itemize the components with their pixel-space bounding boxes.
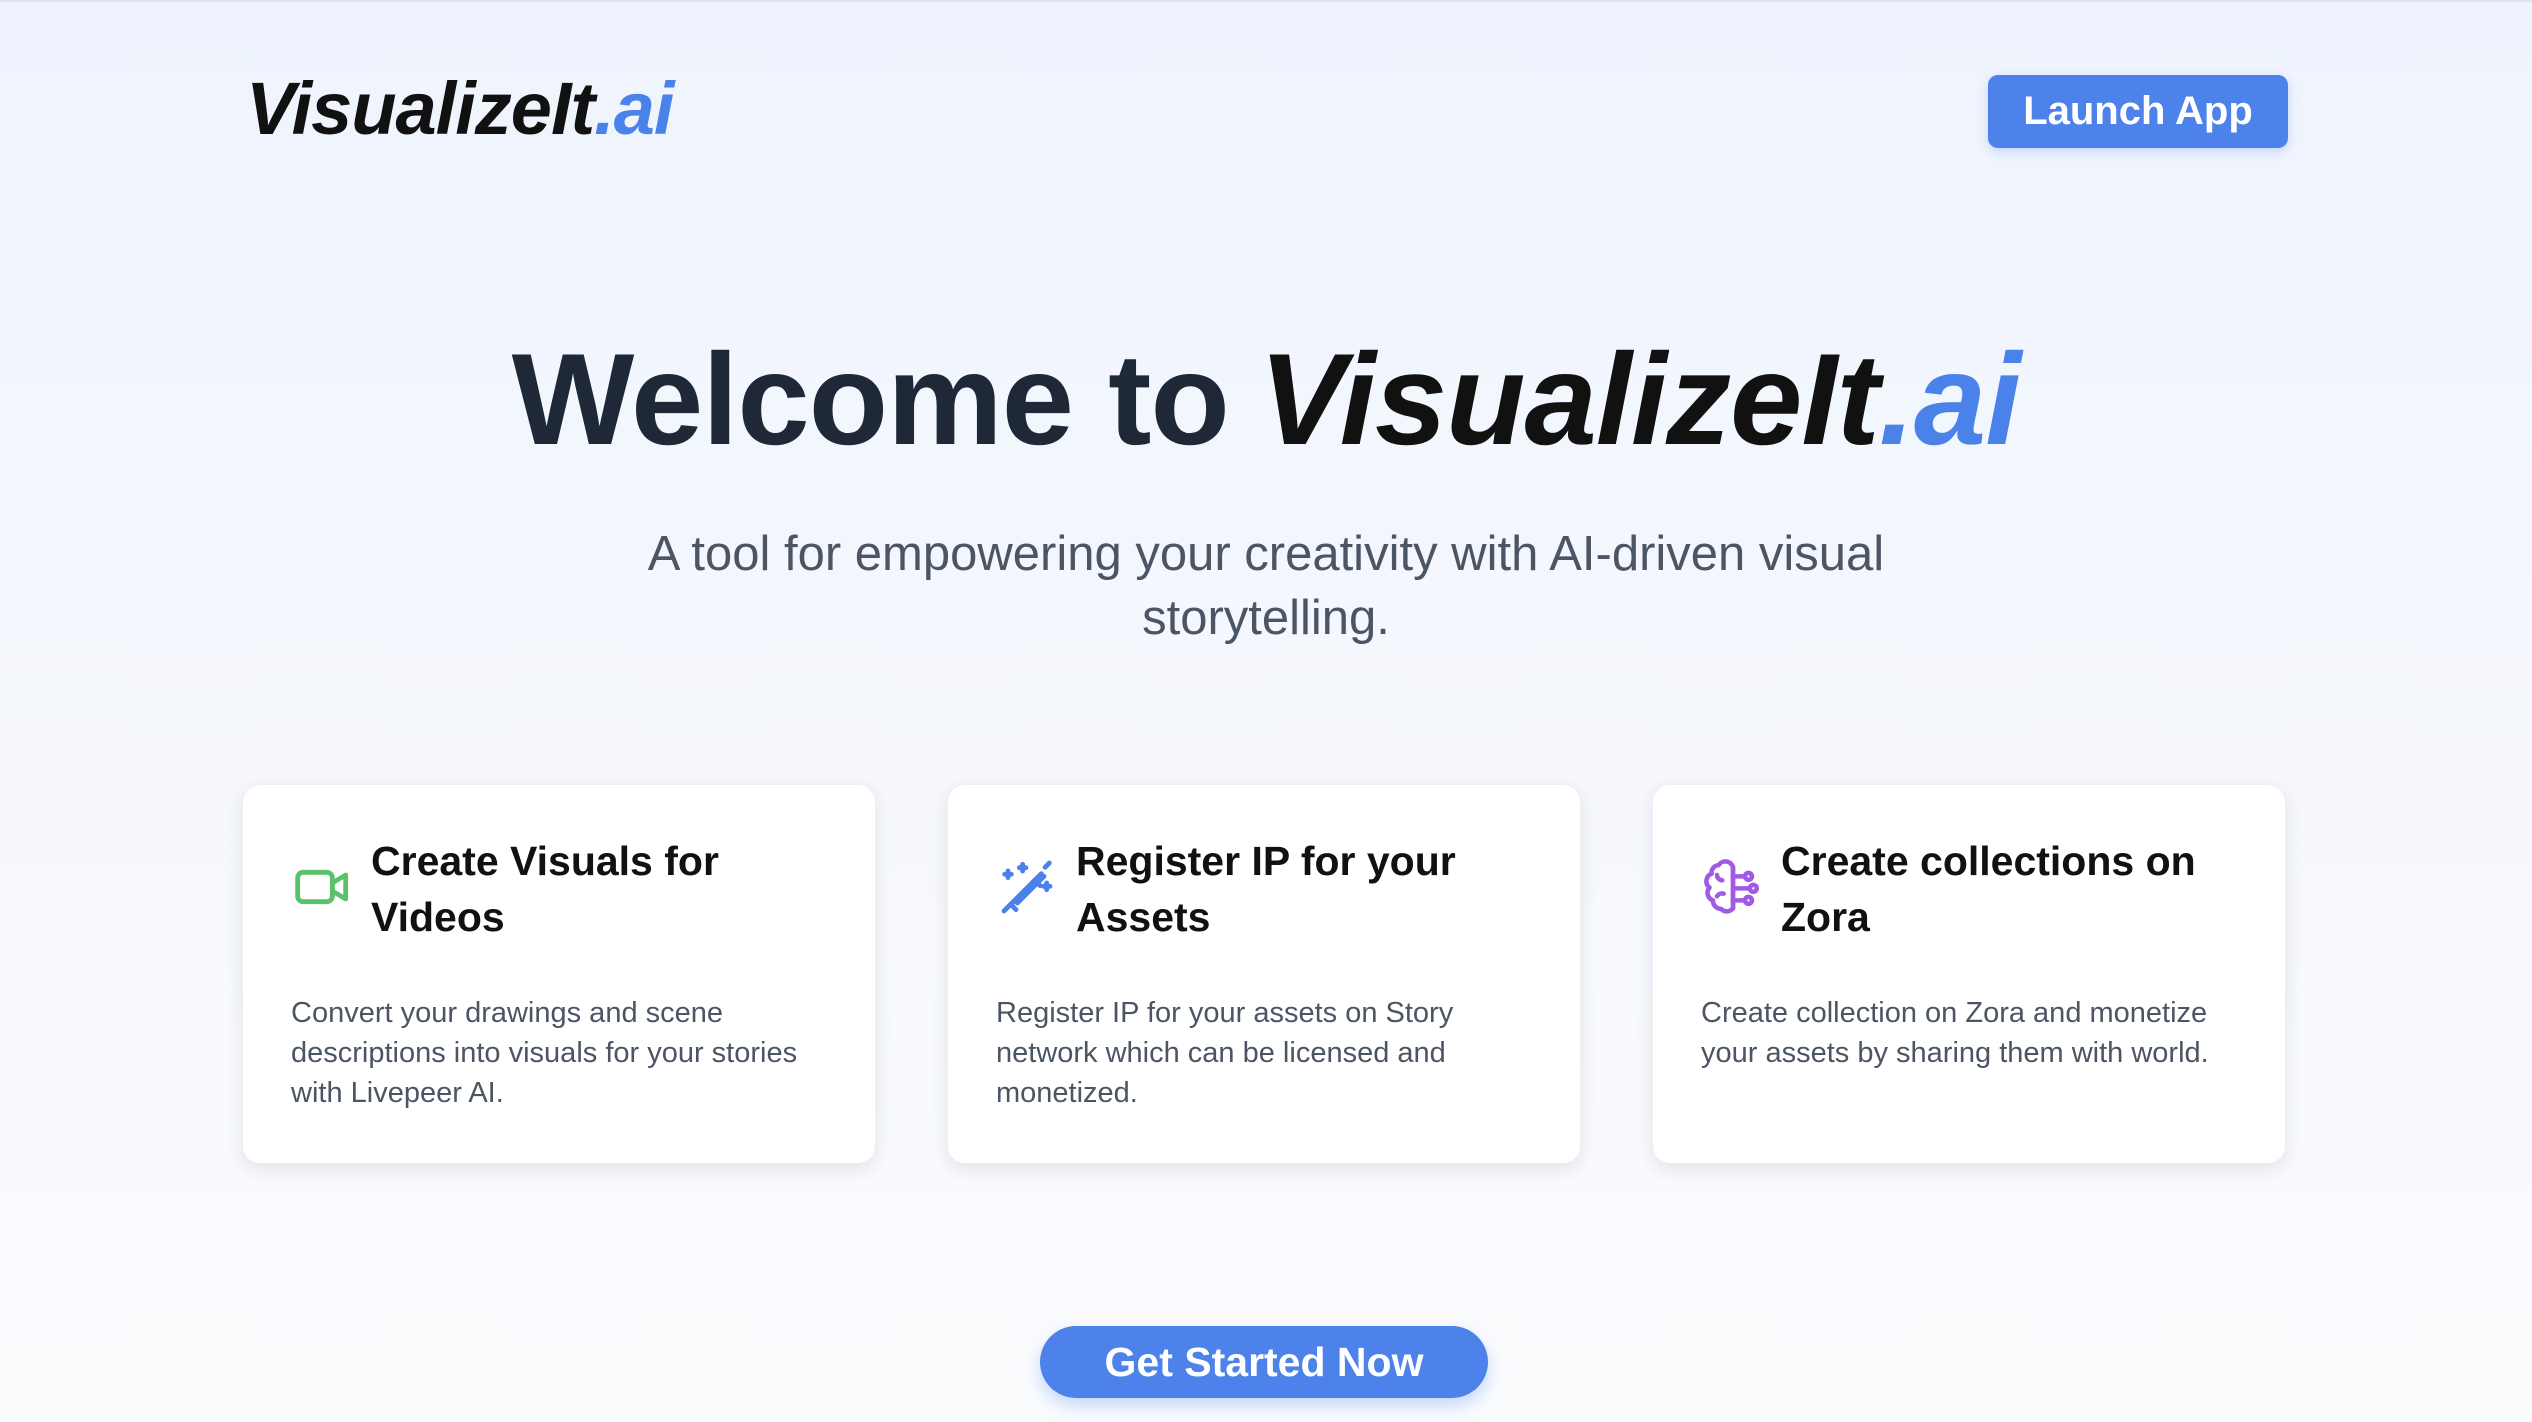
hero-subtitle: A tool for empowering your creativity wi… (647, 527, 1885, 645)
launch-app-button[interactable]: Launch App (1988, 75, 2288, 148)
feature-cards: Create Visuals for Videos Convert your d… (242, 784, 2286, 1164)
hero-brand-accent: .ai (1878, 326, 2022, 472)
hero-brand-main: VisualizeIt (1258, 326, 1880, 472)
magic-wand-icon (996, 855, 1060, 919)
hero-title: Welcome to VisualizeIt.ai (0, 324, 2532, 474)
logo-main-text: VisualizeIt (246, 67, 595, 150)
feature-card-description: Convert your drawings and scene descript… (291, 997, 798, 1109)
logo-accent-text: .ai (594, 67, 674, 150)
feature-card-title: Create Visuals for Videos (371, 838, 719, 940)
feature-card-register-ip: Register IP for your Assets Register IP … (947, 784, 1581, 1164)
video-camera-icon (291, 855, 355, 919)
brain-circuit-icon (1701, 855, 1765, 919)
get-started-button[interactable]: Get Started Now (1040, 1326, 1488, 1398)
feature-card-description: Create collection on Zora and monetize y… (1701, 997, 2209, 1069)
hero-brand: VisualizeIt.ai (1258, 326, 2022, 472)
site-header: VisualizeIt.ai Launch App (0, 2, 2532, 222)
logo[interactable]: VisualizeIt.ai (246, 64, 674, 154)
feature-card-title: Register IP for your Assets (1076, 838, 1456, 940)
feature-card-create-visuals: Create Visuals for Videos Convert your d… (242, 784, 876, 1164)
hero-welcome-text: Welcome to (511, 326, 1230, 472)
feature-card-title: Create collections on Zora (1781, 838, 2196, 940)
feature-card-description: Register IP for your assets on Story net… (996, 997, 1454, 1109)
feature-card-zora-collections: Create collections on Zora Create collec… (1652, 784, 2286, 1164)
